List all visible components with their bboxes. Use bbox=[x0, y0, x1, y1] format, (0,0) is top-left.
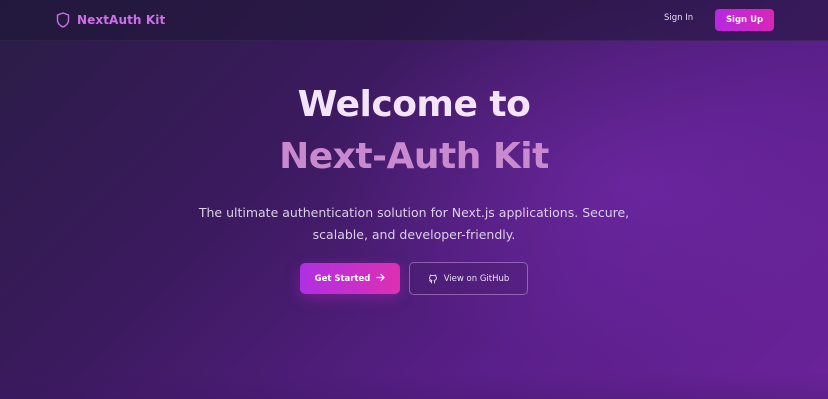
sign-up-button[interactable]: Sign Up bbox=[715, 9, 774, 31]
brand-name: NextAuth Kit bbox=[77, 13, 166, 27]
sign-in-link[interactable]: Sign In bbox=[664, 13, 693, 23]
shield-icon bbox=[56, 12, 70, 28]
hero-title-line-1: Welcome to bbox=[297, 84, 531, 125]
arrow-right-icon bbox=[376, 273, 386, 285]
view-on-github-label: View on GitHub bbox=[443, 273, 510, 284]
get-started-button[interactable]: Get Started bbox=[300, 263, 400, 294]
hero-title-line-2: Next-Auth Kit bbox=[279, 136, 549, 177]
hero-subtitle: The ultimate authentication solution for… bbox=[198, 205, 630, 242]
top-navbar: NextAuth Kit Sign In Sign Up bbox=[0, 0, 828, 41]
background-glow bbox=[0, 0, 828, 399]
get-started-label: Get Started bbox=[314, 273, 371, 284]
sign-up-label: Sign Up bbox=[725, 15, 764, 25]
bottom-fade bbox=[0, 372, 828, 399]
github-icon bbox=[428, 274, 438, 284]
view-on-github-button[interactable]: View on GitHub bbox=[409, 262, 528, 295]
brand-logo[interactable]: NextAuth Kit bbox=[56, 11, 165, 29]
